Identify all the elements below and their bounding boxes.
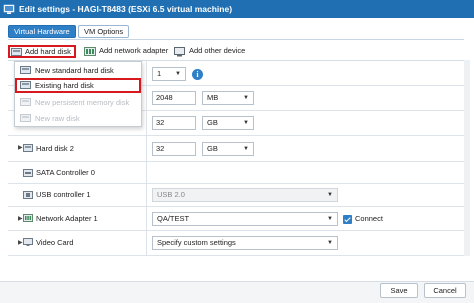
add-other-device-label: Add other device — [189, 46, 246, 55]
usb-controller-label: USB controller 1 — [36, 190, 91, 199]
hard-disk-2-row: ▶ Hard disk 2 32 GB ▼ — [8, 136, 464, 162]
sata-controller-row: SATA Controller 0 — [8, 162, 464, 184]
expand-caret-icon[interactable]: ▶ — [18, 239, 23, 246]
hard-disk-icon — [20, 81, 31, 89]
hard-disk-2-size-input[interactable]: 32 — [152, 142, 196, 156]
raw-disk-icon — [20, 114, 31, 122]
add-hard-disk-menu: New standard hard disk Existing hard dis… — [14, 61, 142, 127]
chevron-down-icon: ▼ — [327, 192, 333, 198]
network-adapter-label: Network Adapter 1 — [36, 214, 98, 223]
add-network-adapter-label: Add network adapter — [99, 46, 169, 55]
hard-disk-icon — [20, 66, 31, 74]
add-network-adapter-button[interactable]: Add network adapter — [82, 45, 172, 58]
menu-item-new-persistent-memory-disk: New persistent memory disk — [15, 95, 141, 110]
expand-caret-icon[interactable]: ▶ — [18, 144, 23, 151]
network-adapter-icon — [23, 214, 33, 222]
network-adapter-icon — [84, 47, 96, 56]
chevron-down-icon: ▼ — [327, 216, 333, 222]
video-card-select[interactable]: Specify custom settings ▼ — [152, 236, 338, 250]
hard-disk-1-size-input[interactable]: 32 — [152, 116, 196, 130]
chevron-down-icon: ▼ — [175, 71, 181, 77]
usb-version-select: USB 2.0 ▼ — [152, 188, 338, 202]
add-hard-disk-button[interactable]: Add hard disk — [8, 45, 76, 58]
chevron-down-icon: ▼ — [327, 240, 333, 246]
expand-caret-icon[interactable]: ▶ — [18, 215, 23, 222]
connect-label: Connect — [355, 214, 383, 223]
memory-unit-select[interactable]: MB ▼ — [202, 91, 254, 105]
network-select[interactable]: QA/TEST ▼ — [152, 212, 338, 226]
tab-virtual-hardware[interactable]: Virtual Hardware — [8, 25, 76, 38]
menu-item-new-raw-disk: New raw disk — [15, 111, 141, 126]
chevron-down-icon: ▼ — [243, 146, 249, 152]
add-other-device-button[interactable]: Add other device — [172, 45, 252, 58]
usb-icon — [23, 191, 33, 199]
video-card-icon — [23, 238, 33, 246]
network-adapter-row: ▶ Network Adapter 1 QA/TEST ▼ Connect — [8, 207, 464, 231]
connect-checkbox[interactable] — [343, 215, 352, 224]
vm-settings-icon — [3, 4, 15, 14]
sata-controller-label: SATA Controller 0 — [36, 168, 95, 177]
tab-divider — [8, 39, 464, 40]
info-icon[interactable]: i — [192, 69, 203, 80]
menu-item-new-standard-hard-disk[interactable]: New standard hard disk — [15, 63, 141, 78]
video-card-label: Video Card — [36, 238, 74, 247]
memory-input[interactable]: 2048 — [152, 91, 196, 105]
hard-disk-1-unit-select[interactable]: GB ▼ — [202, 116, 254, 130]
cancel-button[interactable]: Cancel — [424, 283, 466, 298]
chevron-down-icon: ▼ — [243, 120, 249, 126]
menu-item-existing-hard-disk[interactable]: Existing hard disk — [15, 78, 141, 93]
hard-disk-2-label: Hard disk 2 — [36, 144, 74, 153]
hard-disk-icon — [11, 48, 22, 56]
cpu-select[interactable]: 1 ▼ — [152, 67, 186, 81]
save-button[interactable]: Save — [380, 283, 418, 298]
add-hard-disk-label: Add hard disk — [25, 47, 71, 56]
dialog-title: Edit settings - HAGI-T8483 (ESXi 6.5 vir… — [19, 4, 233, 14]
video-card-row: ▶ Video Card Specify custom settings ▼ — [8, 231, 464, 256]
vertical-scrollbar[interactable] — [464, 60, 470, 256]
controller-icon — [23, 169, 33, 177]
dialog-titlebar: Edit settings - HAGI-T8483 (ESXi 6.5 vir… — [0, 0, 474, 18]
memory-disk-icon — [20, 98, 31, 106]
hard-disk-2-unit-select[interactable]: GB ▼ — [202, 142, 254, 156]
tab-vm-options[interactable]: VM Options — [78, 25, 130, 38]
hard-disk-icon — [23, 144, 33, 152]
usb-controller-row: USB controller 1 USB 2.0 ▼ — [8, 184, 464, 207]
device-icon — [174, 47, 185, 57]
chevron-down-icon: ▼ — [243, 95, 249, 101]
